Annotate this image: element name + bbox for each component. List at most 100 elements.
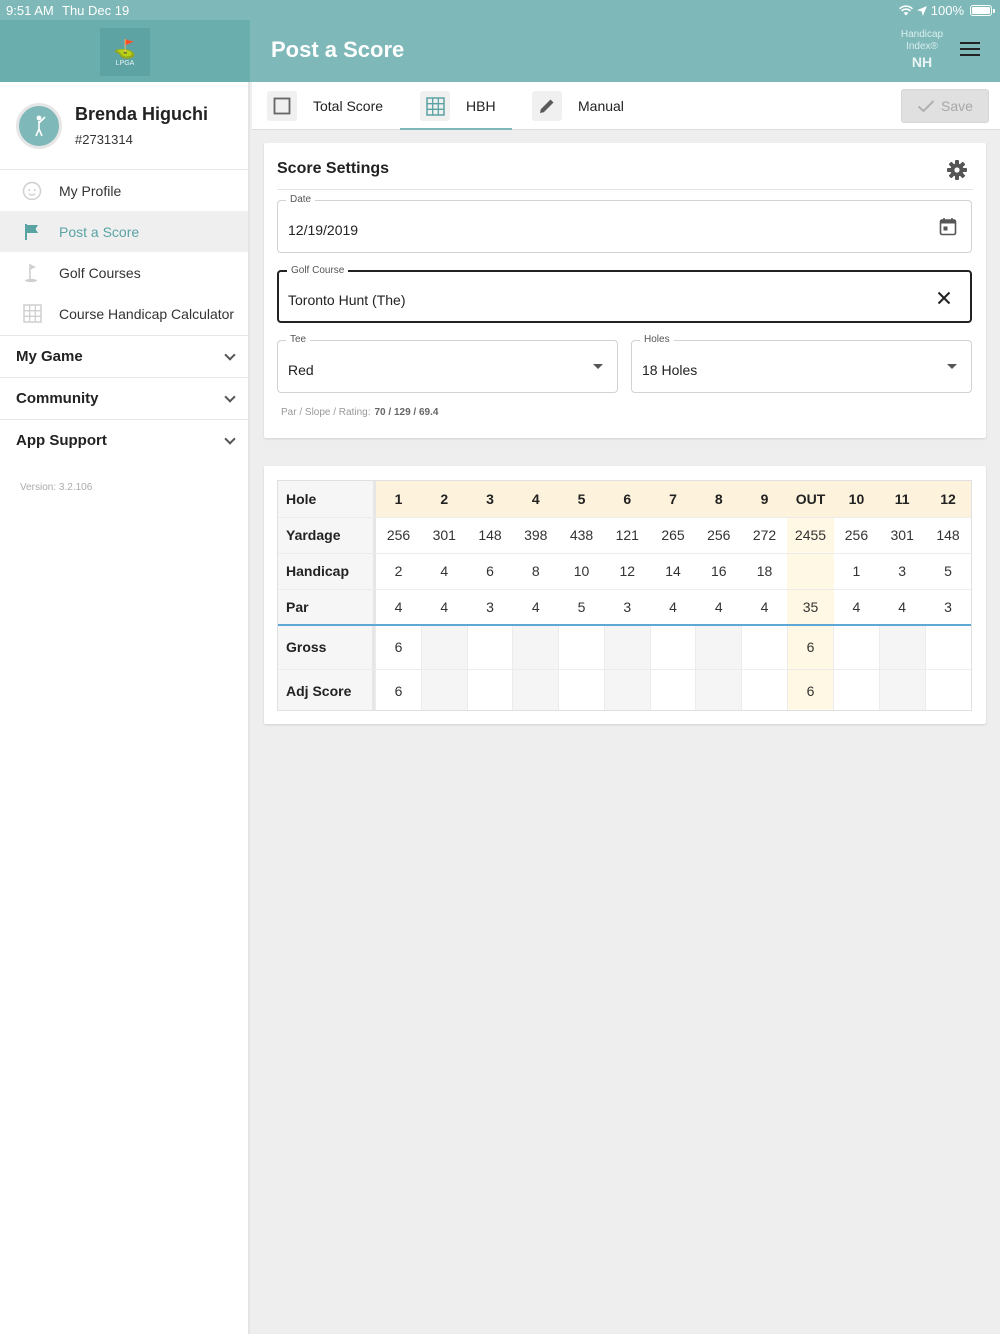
table-cell <box>787 552 834 589</box>
profile-header[interactable]: Brenda Higuchi #2731314 <box>0 82 248 170</box>
score-input-cell[interactable] <box>741 624 788 669</box>
user-name: Brenda Higuchi <box>75 104 209 124</box>
score-input-cell: 6 <box>786 624 834 669</box>
tee-select[interactable]: Tee Red <box>277 334 618 393</box>
dropdown-arrow-icon <box>593 364 603 369</box>
score-input-cell[interactable] <box>466 668 513 710</box>
holes-select[interactable]: Holes 18 Holes <box>631 334 972 393</box>
sidebar-item-label: Course Handicap Calculator <box>59 305 235 322</box>
hole-number: 7 <box>650 481 696 517</box>
calendar-icon[interactable] <box>939 217 957 236</box>
table-cell: 4 <box>650 588 696 625</box>
page-title: Post a Score <box>271 37 405 62</box>
table-cell: 3 <box>925 588 971 625</box>
sidebar-item-my-profile[interactable]: My Profile <box>0 170 248 211</box>
sidebar-group-label: App Support <box>16 432 107 449</box>
score-input-cell[interactable] <box>924 624 971 669</box>
grid-icon <box>420 91 450 121</box>
score-input-cell[interactable] <box>512 668 559 710</box>
tab-total-score[interactable]: Total Score <box>267 82 383 130</box>
score-input-cell[interactable] <box>420 668 468 710</box>
hole-number: 11 <box>879 481 926 517</box>
score-input-cell[interactable] <box>833 624 880 669</box>
close-icon[interactable] <box>937 291 951 305</box>
table-cell: 5 <box>558 588 605 625</box>
sidebar-group-my-game[interactable]: My Game <box>0 335 248 377</box>
score-entry-tabs: Total Score HBH Manual <box>252 82 1000 130</box>
score-input-cell[interactable] <box>603 624 651 669</box>
sidebar-item-course-handicap-calculator[interactable]: Course Handicap Calculator <box>0 293 248 334</box>
battery-icon <box>970 5 995 16</box>
table-cell: 398 <box>512 516 559 553</box>
wifi-icon <box>898 5 913 16</box>
tab-label: HBH <box>466 98 496 114</box>
date-field[interactable]: Date 12/19/2019 <box>277 194 972 253</box>
score-input-cell[interactable] <box>558 624 605 669</box>
psr-label: Par / Slope / Rating: <box>281 407 371 418</box>
hole-number: 2 <box>421 481 468 517</box>
sidebar-group-community[interactable]: Community <box>0 377 248 419</box>
table-cell: 12 <box>604 552 651 589</box>
hole-number: 6 <box>604 481 651 517</box>
status-right: 100% <box>898 3 995 18</box>
golf-course-field[interactable]: Golf Course Toronto Hunt (The) <box>277 265 972 323</box>
hole-number: OUT <box>787 481 834 517</box>
divider <box>277 189 973 190</box>
score-input-cell[interactable] <box>695 624 742 669</box>
tab-manual[interactable]: Manual <box>532 82 624 130</box>
sidebar-group-label: My Game <box>16 348 83 365</box>
save-button[interactable]: Save <box>901 89 989 123</box>
sidebar-item-golf-courses[interactable]: Golf Courses <box>0 252 248 293</box>
chevron-down-icon <box>224 432 236 445</box>
score-input-cell[interactable] <box>512 624 559 669</box>
date-label: Date <box>286 194 316 205</box>
hamburger-menu-icon[interactable] <box>960 42 980 58</box>
table-cell: 256 <box>695 516 742 553</box>
user-id: #2731314 <box>75 132 133 147</box>
score-input-cell[interactable] <box>878 668 926 710</box>
hole-number: 5 <box>558 481 605 517</box>
score-input-cell[interactable] <box>878 624 926 669</box>
table-cell: 301 <box>879 516 926 553</box>
score-input-cell[interactable] <box>833 668 880 710</box>
golfer-icon: ⛳ <box>113 38 137 59</box>
table-cell: 301 <box>421 516 468 553</box>
table-cell: 4 <box>421 552 468 589</box>
score-input-cell[interactable] <box>603 668 651 710</box>
chevron-down-icon <box>224 390 236 403</box>
score-input-cell[interactable]: 6 <box>375 668 422 710</box>
table-cell: 1 <box>833 552 880 589</box>
status-date: Thu Dec 19 <box>62 3 130 18</box>
score-input-cell[interactable] <box>420 624 468 669</box>
logo-text: LPGA <box>115 59 135 67</box>
table-cell: 121 <box>604 516 651 553</box>
sidebar-item-post-a-score[interactable]: Post a Score <box>0 211 248 252</box>
score-input-cell[interactable] <box>558 668 605 710</box>
top-bar: 9:51 AM Thu Dec 19 100% ⛳ LPGA Post a Sc… <box>0 0 1000 82</box>
table-cell: 18 <box>741 552 788 589</box>
golf-course-value: Toronto Hunt (The) <box>288 292 406 308</box>
checkmark-icon <box>917 100 935 113</box>
score-input-cell[interactable] <box>924 668 971 710</box>
score-input-cell[interactable] <box>649 624 696 669</box>
score-input-cell[interactable] <box>649 668 696 710</box>
score-input-cell[interactable] <box>695 668 742 710</box>
sidebar-group-app-support[interactable]: App Support <box>0 419 248 461</box>
score-input-cell[interactable] <box>741 668 788 710</box>
tee-label: Tee <box>286 334 311 345</box>
golf-pin-icon <box>22 263 42 283</box>
par-slope-rating: Par / Slope / Rating: 70 / 129 / 69.4 <box>281 407 438 418</box>
checkbox-icon <box>267 91 297 121</box>
table-cell: 4 <box>421 588 468 625</box>
face-icon <box>22 181 42 201</box>
score-input-cell[interactable] <box>466 624 513 669</box>
table-cell: 3 <box>879 552 926 589</box>
score-input-cell[interactable]: 6 <box>375 624 422 669</box>
tab-hbh[interactable]: HBH <box>400 82 512 130</box>
tab-label: Total Score <box>313 98 384 114</box>
row-header: Handicap <box>278 552 376 589</box>
gear-icon[interactable] <box>946 159 968 181</box>
location-arrow-icon <box>916 5 927 16</box>
scorecard-scroll[interactable]: Hole 1 2 3 4 5 6 7 8 9 OUT 10 11 12 Yardage 256 301 148 39… <box>277 480 972 711</box>
grid-icon <box>22 304 42 324</box>
